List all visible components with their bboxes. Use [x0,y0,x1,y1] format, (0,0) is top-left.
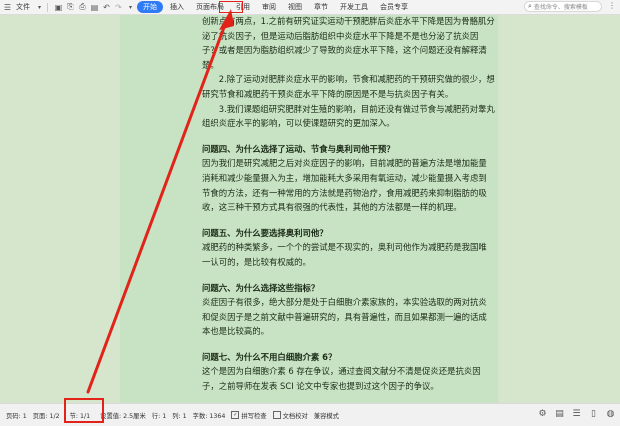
body-paragraph: 3.我们课题组研究肥胖对生殖的影响，目前还没有做过节食与减肥药对睾丸组织炎症水平… [202,103,495,129]
highlight-box-page-layout [219,1,243,13]
status-pages[interactable]: 页面: 1/2 [33,411,60,420]
question-heading: 问题四、为什么选择了运动、节食与奥利司他干预？ [202,143,395,154]
question-heading: 问题五、为什么要选择奥利司他？ [202,227,328,238]
status-page-num[interactable]: 页码: 1 [6,411,27,420]
save-icon[interactable]: ▣ [54,3,63,12]
highlight-box-section [64,398,104,423]
question-heading: 问题六、为什么选择这些指标？ [202,282,320,293]
tab-section[interactable]: 章节 [309,1,333,13]
print-icon[interactable]: ⎙ [78,2,87,12]
tab-developer[interactable]: 开发工具 [335,1,373,13]
body-paragraph: 创新点有两点，1.之前有研究证实运动干预肥胖后炎症水平下降是因为骨骼肌分泌了抗炎… [202,16,495,70]
status-wordcount[interactable]: 字数: 1364 [193,411,226,420]
undo-icon[interactable]: ↶ [102,3,111,12]
status-setting[interactable]: 设置值: 2.5厘米 [100,411,146,420]
ribbon-bar: ☰ 文件 ▾ ▣ ⎘ ⎙ ▤ ↶ ↷ ▾ 开始 插入 页面布局 引用 审阅 视图… [0,0,620,15]
web-view-icon[interactable]: ◍ [605,408,616,419]
spell-check-toggle[interactable]: ✓ 拼写检查 [231,411,267,420]
document-content: 创新点有两点，1.之前有研究证实运动干预肥胖后炎症水平下降是因为骨骼肌分泌了抗炎… [202,15,495,404]
body-paragraph: 因为我们是研究减肥之后对炎症因子的影响，目前减肥的普遍方法是增加能量消耗和减少能… [202,158,487,213]
checkbox-icon [272,411,281,419]
body-paragraph: 这个是因为白细胞介素 6 存在争议，通过查阅文献分不清是促炎还是抗炎因子，之前导… [202,366,481,392]
reading-view-icon[interactable]: ▯ [588,408,599,419]
checkbox-icon: ✓ [231,411,240,419]
chevron-down-icon[interactable]: ▾ [126,3,135,12]
tab-view[interactable]: 视图 [283,1,307,13]
export-icon[interactable]: ⎘ [66,2,75,12]
body-paragraph: 炎症因子有很多，绝大部分是处于白细胞介素家族的，本实验选取的两对抗炎和促炎因子是… [202,297,487,337]
spell-check-label: 拼写检查 [241,412,267,420]
search-input[interactable]: ⌕ 查找命令、搜索模板 [524,1,602,12]
tab-member[interactable]: 会员专享 [375,1,413,13]
document-page[interactable]: 创新点有两点，1.之前有研究证实运动干预肥胖后炎症水平下降是因为骨骼肌分泌了抗炎… [120,15,498,404]
settings-icon[interactable]: ⚙ [537,408,548,419]
body-paragraph: 2.除了运动对肥胖炎症水平的影响，节食和减肥药的干预研究做的很少，想研究节食和减… [202,74,495,99]
document-area: 创新点有两点，1.之前有研究证实运动干预肥胖后炎症水平下降是因为骨骼肌分泌了抗炎… [0,15,620,404]
proof-toggle[interactable]: 文档校对 [272,411,308,420]
redo-icon[interactable]: ↷ [114,3,123,12]
chevron-down-icon[interactable]: ▾ [35,3,44,12]
preview-icon[interactable]: ▤ [90,3,99,12]
more-icon[interactable]: ⋮ [608,1,616,10]
status-compat: 兼容模式 [313,412,339,420]
body-paragraph: 减肥药的种类繁多，一个个的尝试是不现实的，奥利司他作为减肥药是我国唯一认可的，是… [202,242,487,267]
tab-home[interactable]: 开始 [137,1,163,13]
search-placeholder: 查找命令、搜索模板 [533,4,588,11]
divider [47,2,48,12]
status-right-tools: ⚙ ▤ ☰ ▯ ◍ [531,408,616,419]
menu-icon[interactable]: ☰ [3,3,12,12]
page-view-icon[interactable]: ▤ [554,408,565,419]
status-col[interactable]: 列: 1 [172,411,186,420]
status-row[interactable]: 行: 1 [152,411,166,420]
tab-review[interactable]: 审阅 [257,1,281,13]
list-view-icon[interactable]: ☰ [571,408,582,419]
proof-label: 文档校对 [282,412,308,420]
search-icon: ⌕ [528,2,532,10]
question-heading: 问题七、为什么不用白细胞介素 6？ [202,351,337,362]
file-menu[interactable]: 文件 [16,2,30,12]
tab-insert[interactable]: 插入 [165,1,189,13]
